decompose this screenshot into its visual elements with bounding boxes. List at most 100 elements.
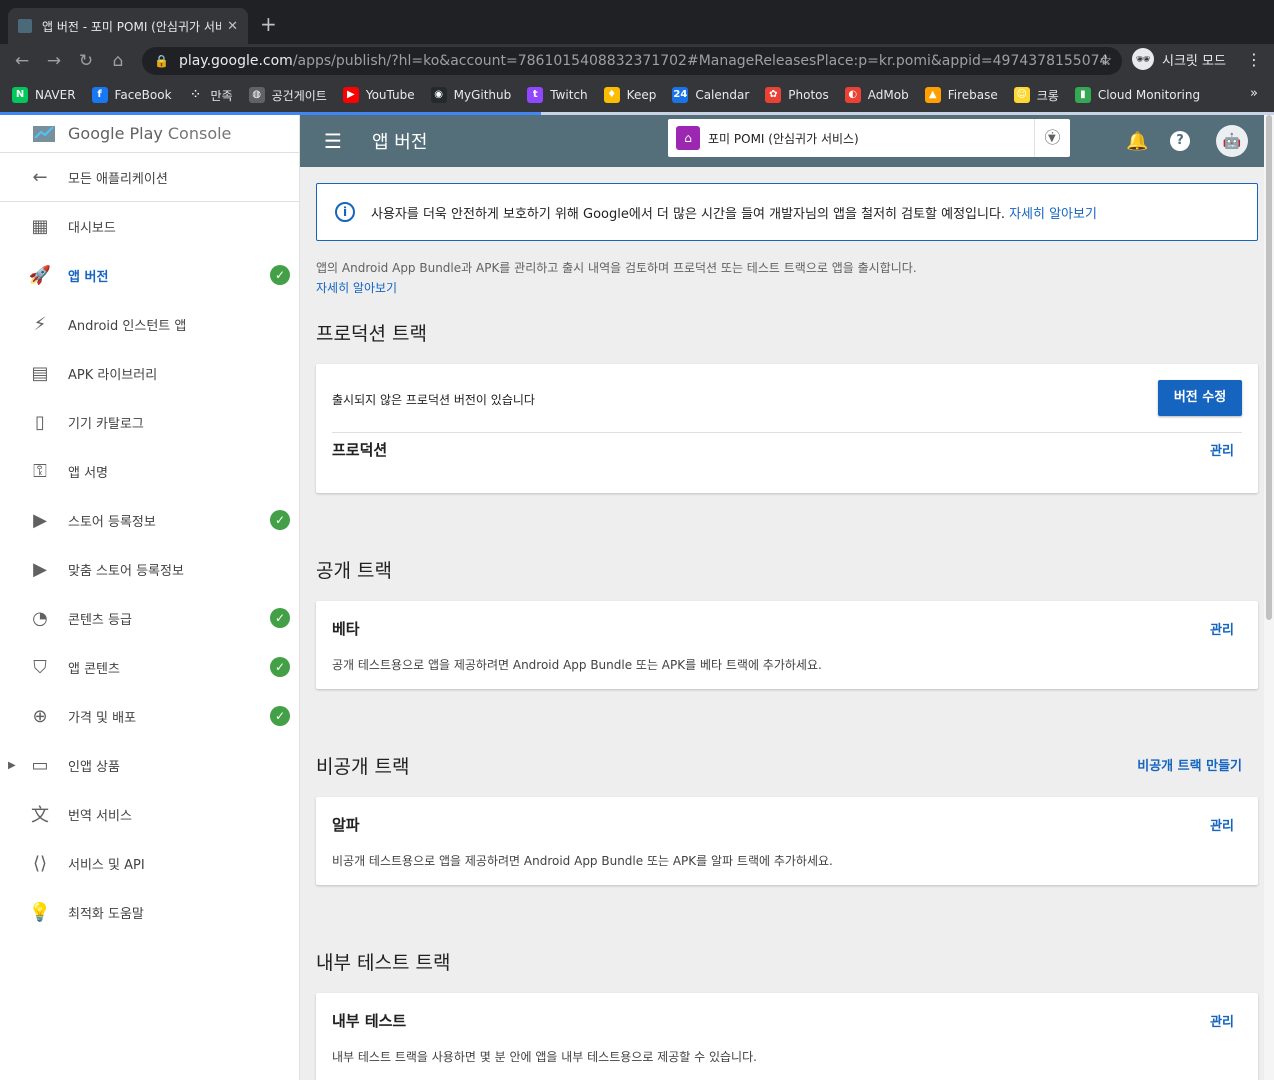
cloud-monitoring-icon: ▮ bbox=[1074, 87, 1091, 103]
hamburger-menu-icon[interactable]: ☰ bbox=[324, 129, 348, 153]
sidebar-item-dashboard[interactable]: ▦ 대시보드 bbox=[0, 204, 300, 248]
scrollbar-thumb[interactable] bbox=[1266, 115, 1272, 620]
key-icon: ⚿ bbox=[33, 460, 47, 482]
close-tab-icon[interactable]: ✕ bbox=[227, 19, 238, 34]
bookmark-youtube[interactable]: ▶ YouTube bbox=[342, 87, 415, 103]
sidebar-item-credit-card[interactable]: ▶ ▭ 인앱 상품 bbox=[0, 743, 300, 787]
internal-test-track-card: 내부 테스트 관리 내부 테스트 트랙을 사용하면 몇 분 안에 앱을 내부 테… bbox=[316, 993, 1258, 1080]
api-icon: ⟨⟩ bbox=[32, 852, 48, 874]
expand-arrow-icon[interactable]: ▶ bbox=[8, 760, 16, 771]
bookmark-label: Keep bbox=[626, 88, 657, 102]
shield-icon: ⛉ bbox=[33, 656, 47, 678]
completed-check-icon: ✓ bbox=[270, 657, 290, 677]
sidebar-item-instant-app[interactable]: ⚡ Android 인스턴트 앱 bbox=[0, 302, 300, 346]
sidebar-item-custom-store-listing[interactable]: ▶ 맞춤 스토어 등록정보 bbox=[0, 547, 300, 591]
back-arrow-icon[interactable]: ← bbox=[6, 51, 38, 71]
banner-text: 사용자를 더욱 안전하게 보호하기 위해 Google에서 더 많은 시간을 들… bbox=[371, 206, 1006, 222]
bookmark-github[interactable]: ◉ MyGithub bbox=[430, 87, 511, 103]
page-scrollbar[interactable] bbox=[1264, 115, 1274, 1080]
internal-test-manage-link[interactable]: 관리 bbox=[1210, 1011, 1234, 1030]
sidebar-item-key[interactable]: ⚿ 앱 서명 bbox=[0, 449, 300, 493]
bookmark-globe[interactable]: ◍ 공건게이트 bbox=[248, 87, 327, 104]
sidebar-item-lightbulb[interactable]: 💡 최적화 도움말 bbox=[0, 890, 300, 934]
unreleased-production-note: 출시되지 않은 프로덕션 버전이 있습니다 bbox=[332, 393, 535, 407]
reload-icon[interactable]: ↻ bbox=[70, 51, 102, 71]
play-console-logo[interactable]: Google Play Console bbox=[32, 115, 231, 151]
forward-arrow-icon[interactable]: → bbox=[38, 51, 70, 71]
beta-track-name: 베타 bbox=[332, 620, 360, 638]
tab-title: 앱 버전 - 포미 POMI (안심귀가 서비 bbox=[42, 19, 222, 34]
help-icon[interactable]: ? bbox=[1170, 131, 1190, 151]
browser-menu-icon[interactable]: ⋮ bbox=[1246, 50, 1262, 69]
keep-icon: ♦ bbox=[603, 87, 620, 103]
all-applications-label: 모든 애플리케이션 bbox=[68, 171, 168, 187]
bookmark-crong[interactable]: ☺ 크롱 bbox=[1013, 87, 1059, 104]
internal-test-track-heading: 내부 테스트 트랙 bbox=[316, 952, 451, 974]
globe-icon: ◍ bbox=[248, 87, 265, 103]
sidebar-item-label: 인앱 상품 bbox=[68, 759, 120, 775]
sidebar-item-rocket[interactable]: 🚀 앱 버전 ✓ bbox=[0, 253, 300, 297]
play-console-favicon bbox=[18, 19, 32, 33]
browser-tabstrip: 앱 버전 - 포미 POMI (안심귀가 서비 ✕ + bbox=[0, 0, 1274, 44]
sidebar-divider bbox=[0, 152, 300, 153]
sidebar-item-label: 맞춤 스토어 등록정보 bbox=[68, 563, 184, 579]
rocket-icon: 🚀 bbox=[28, 264, 52, 286]
sidebar-item-label: 최적화 도움말 bbox=[68, 906, 144, 922]
sidebar-item-shield[interactable]: ⛉ 앱 콘텐츠 ✓ bbox=[0, 645, 300, 689]
bookmark-manjok[interactable]: ⁘ 만족 bbox=[187, 87, 233, 104]
production-track-heading: 프로덕션 트랙 bbox=[316, 323, 427, 345]
account-avatar[interactable]: 🤖 bbox=[1216, 125, 1248, 157]
manjok-icon: ⁘ bbox=[187, 87, 204, 103]
bookmark-cloud-monitoring[interactable]: ▮ Cloud Monitoring bbox=[1074, 87, 1200, 103]
bookmark-label: YouTube bbox=[365, 88, 415, 102]
bookmark-photos[interactable]: ✿ Photos bbox=[765, 87, 829, 103]
sidebar-item-device-catalog[interactable]: ▯ 기기 카탈로그 bbox=[0, 400, 300, 444]
sidebar: Google Play Console ← 모든 애플리케이션 ▦ 대시보드 🚀 앱 버… bbox=[0, 115, 300, 1080]
bookmark-calendar[interactable]: 24 Calendar bbox=[672, 87, 749, 103]
sidebar-item-library[interactable]: ▤ APK 라이브러리 bbox=[0, 351, 300, 395]
sidebar-item-label: 앱 콘텐츠 bbox=[68, 661, 120, 677]
beta-manage-link[interactable]: 관리 bbox=[1210, 619, 1234, 638]
edit-release-button[interactable]: 버전 수정 bbox=[1158, 380, 1242, 416]
home-icon[interactable]: ⌂ bbox=[102, 51, 134, 71]
sidebar-item-translate[interactable]: 文 번역 서비스 bbox=[0, 792, 300, 836]
app-bar: ☰ 앱 버전 ⌂ 포미 POMI (안심귀가 서비스) ▼ ⓘ 🔔 ? 🤖 bbox=[300, 115, 1264, 167]
completed-check-icon: ✓ bbox=[270, 608, 290, 628]
incognito-indicator[interactable]: 🕶 시크릿 모드 bbox=[1132, 48, 1226, 70]
sidebar-item-content-rating[interactable]: ◔ 콘텐츠 등급 ✓ bbox=[0, 596, 300, 640]
create-closed-track-link[interactable]: 비공개 트랙 만들기 bbox=[1137, 755, 1242, 774]
banner-learn-more-link[interactable]: 자세히 알아보기 bbox=[1009, 203, 1097, 222]
bookmark-admob[interactable]: ◐ AdMob bbox=[844, 87, 909, 103]
notifications-bell-icon[interactable]: 🔔 bbox=[1126, 131, 1148, 152]
browser-tab[interactable]: 앱 버전 - 포미 POMI (안심귀가 서비 ✕ bbox=[8, 8, 248, 44]
bookmark-label: Twitch bbox=[550, 88, 588, 102]
bookmark-firebase[interactable]: ▲ Firebase bbox=[924, 87, 998, 103]
sidebar-item-label: 앱 서명 bbox=[68, 465, 109, 481]
learn-more-link[interactable]: 자세히 알아보기 bbox=[316, 279, 397, 296]
sidebar-item-api[interactable]: ⟨⟩ 서비스 및 API bbox=[0, 841, 300, 885]
instant-app-icon: ⚡ bbox=[33, 313, 47, 335]
completed-check-icon: ✓ bbox=[270, 265, 290, 285]
brand-name: Google Play bbox=[68, 123, 163, 143]
globe-icon: ⊕ bbox=[32, 705, 48, 727]
internal-test-track-description: 내부 테스트 트랙을 사용하면 몇 분 안에 앱을 내부 테스트용으로 제공할 … bbox=[332, 1050, 757, 1064]
sidebar-item-store-listing[interactable]: ▶ 스토어 등록정보 ✓ bbox=[0, 498, 300, 542]
alpha-manage-link[interactable]: 관리 bbox=[1210, 815, 1234, 834]
production-manage-link[interactable]: 관리 bbox=[1210, 440, 1234, 459]
app-selector[interactable]: ⌂ 포미 POMI (안심귀가 서비스) ▼ ⓘ bbox=[668, 119, 1070, 157]
bookmark-keep[interactable]: ♦ Keep bbox=[603, 87, 657, 103]
bookmark-twitch[interactable]: t Twitch bbox=[527, 87, 588, 103]
bookmark-star-icon[interactable]: ☆ bbox=[1099, 53, 1112, 69]
bookmark-naver[interactable]: N NAVER bbox=[12, 87, 76, 103]
bookmark-facebook[interactable]: f FaceBook bbox=[91, 87, 172, 103]
bookmark-label: Calendar bbox=[695, 88, 750, 102]
new-tab-icon[interactable]: + bbox=[260, 12, 277, 36]
bookmark-label: NAVER bbox=[35, 88, 76, 102]
sidebar-item-globe[interactable]: ⊕ 가격 및 배포 ✓ bbox=[0, 694, 300, 738]
all-applications-link[interactable]: ← 모든 애플리케이션 bbox=[0, 155, 300, 199]
credit-card-icon: ▭ bbox=[31, 754, 49, 776]
app-info-icon[interactable]: ⓘ bbox=[1034, 119, 1070, 157]
address-bar[interactable]: 🔒 play.google.com/apps/publish/?hl=ko&ac… bbox=[142, 47, 1122, 75]
bookmark-label: 크롱 bbox=[1036, 88, 1059, 103]
more-bookmarks-icon[interactable]: » bbox=[1250, 86, 1258, 101]
